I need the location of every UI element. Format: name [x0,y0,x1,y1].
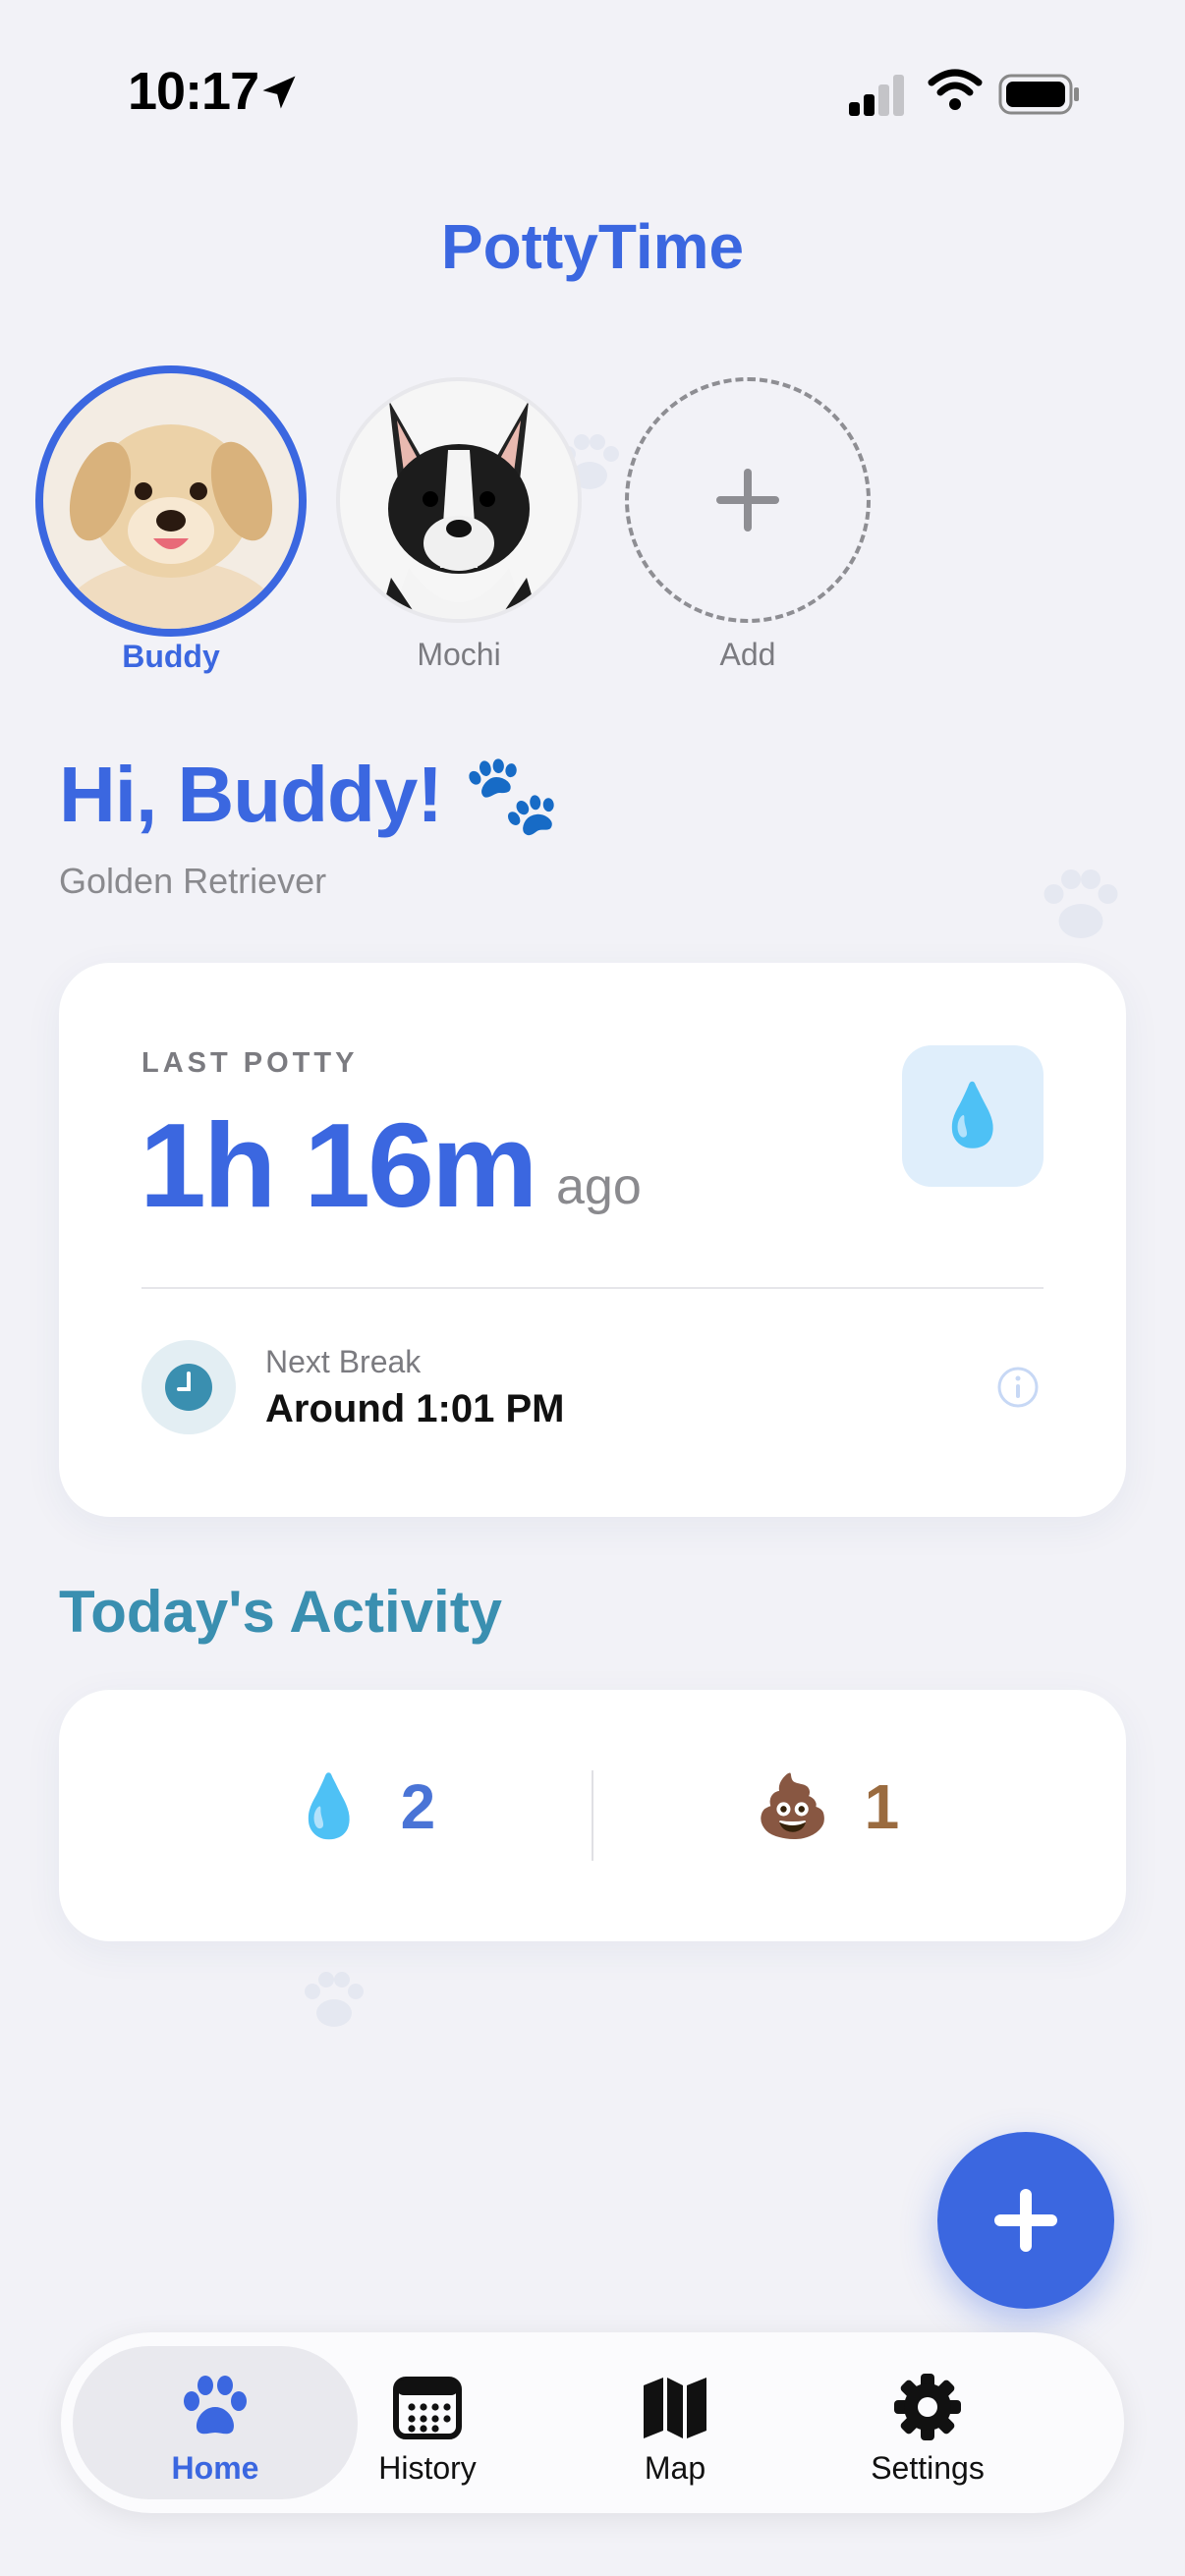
add-pet-label: Add [719,637,776,672]
tab-home[interactable]: Home [73,2346,358,2499]
tab-label: Map [644,2450,706,2486]
pet-name: Buddy [122,639,220,674]
paw-watermark-icon [305,1972,364,2027]
log-potty-fab[interactable] [937,2132,1114,2309]
last-potty-label: LAST POTTY [141,1047,359,1079]
greeting-heading: Hi, Buddy! 🐾 [59,751,561,838]
battery-icon [998,74,1079,115]
pet-breed: Golden Retriever [59,861,327,901]
last-potty-suffix: ago [556,1158,642,1215]
pet-name: Mochi [417,637,501,672]
next-break-label: Next Break [265,1344,422,1379]
activity-section-title: Today's Activity [59,1579,503,1645]
poop-count-stat: 💩 1 [755,1770,899,1843]
plus-icon [994,2189,1057,2252]
poop-icon: 💩 [755,1772,831,1841]
plus-icon [716,469,779,532]
cellular-signal-icon [849,75,904,116]
paw-icon [184,2376,247,2435]
pet-item-buddy[interactable]: Buddy [35,365,307,675]
gear-icon [894,2374,961,2440]
tab-history[interactable]: History [324,2346,531,2499]
next-break-value: Around 1:01 PM [265,1387,565,1430]
mochi-avatar [336,377,582,623]
buddy-avatar [35,365,307,637]
wifi-icon [928,69,983,110]
clock-icon-bubble [141,1340,236,1434]
status-time: 10:17 [128,62,259,121]
location-arrow-icon [262,76,296,109]
potty-type-tile: 💧 [902,1045,1044,1187]
info-icon[interactable] [996,1366,1040,1409]
pet-item-mochi[interactable]: Mochi [336,377,582,673]
water-drop-icon: 💧 [291,1772,367,1841]
calendar-icon [393,2377,462,2439]
pee-count-stat: 💧 2 [291,1770,435,1843]
water-drop-icon: 💧 [934,1082,1011,1149]
golden-puppy-photo [63,424,279,629]
last-potty-elapsed: 1h 16m [140,1098,537,1232]
paw-watermark-icon [1044,869,1118,938]
tab-bar: Home History Map Settings [61,2332,1124,2513]
pee-count: 2 [400,1771,436,1842]
add-pet-button[interactable]: Add [625,377,871,673]
app-title: PottyTime [440,211,745,282]
tab-settings[interactable]: Settings [819,2346,1036,2499]
tab-label: History [378,2450,477,2486]
activity-divider [592,1770,593,1861]
tab-label: Home [171,2450,259,2486]
map-icon [644,2378,706,2438]
card-divider [141,1287,1044,1289]
tab-map[interactable]: Map [572,2346,778,2499]
tab-label: Settings [871,2450,985,2486]
french-bulldog-photo [379,401,538,619]
poop-count: 1 [864,1771,900,1842]
add-pet-circle [625,377,871,623]
clock-icon [165,1364,212,1411]
